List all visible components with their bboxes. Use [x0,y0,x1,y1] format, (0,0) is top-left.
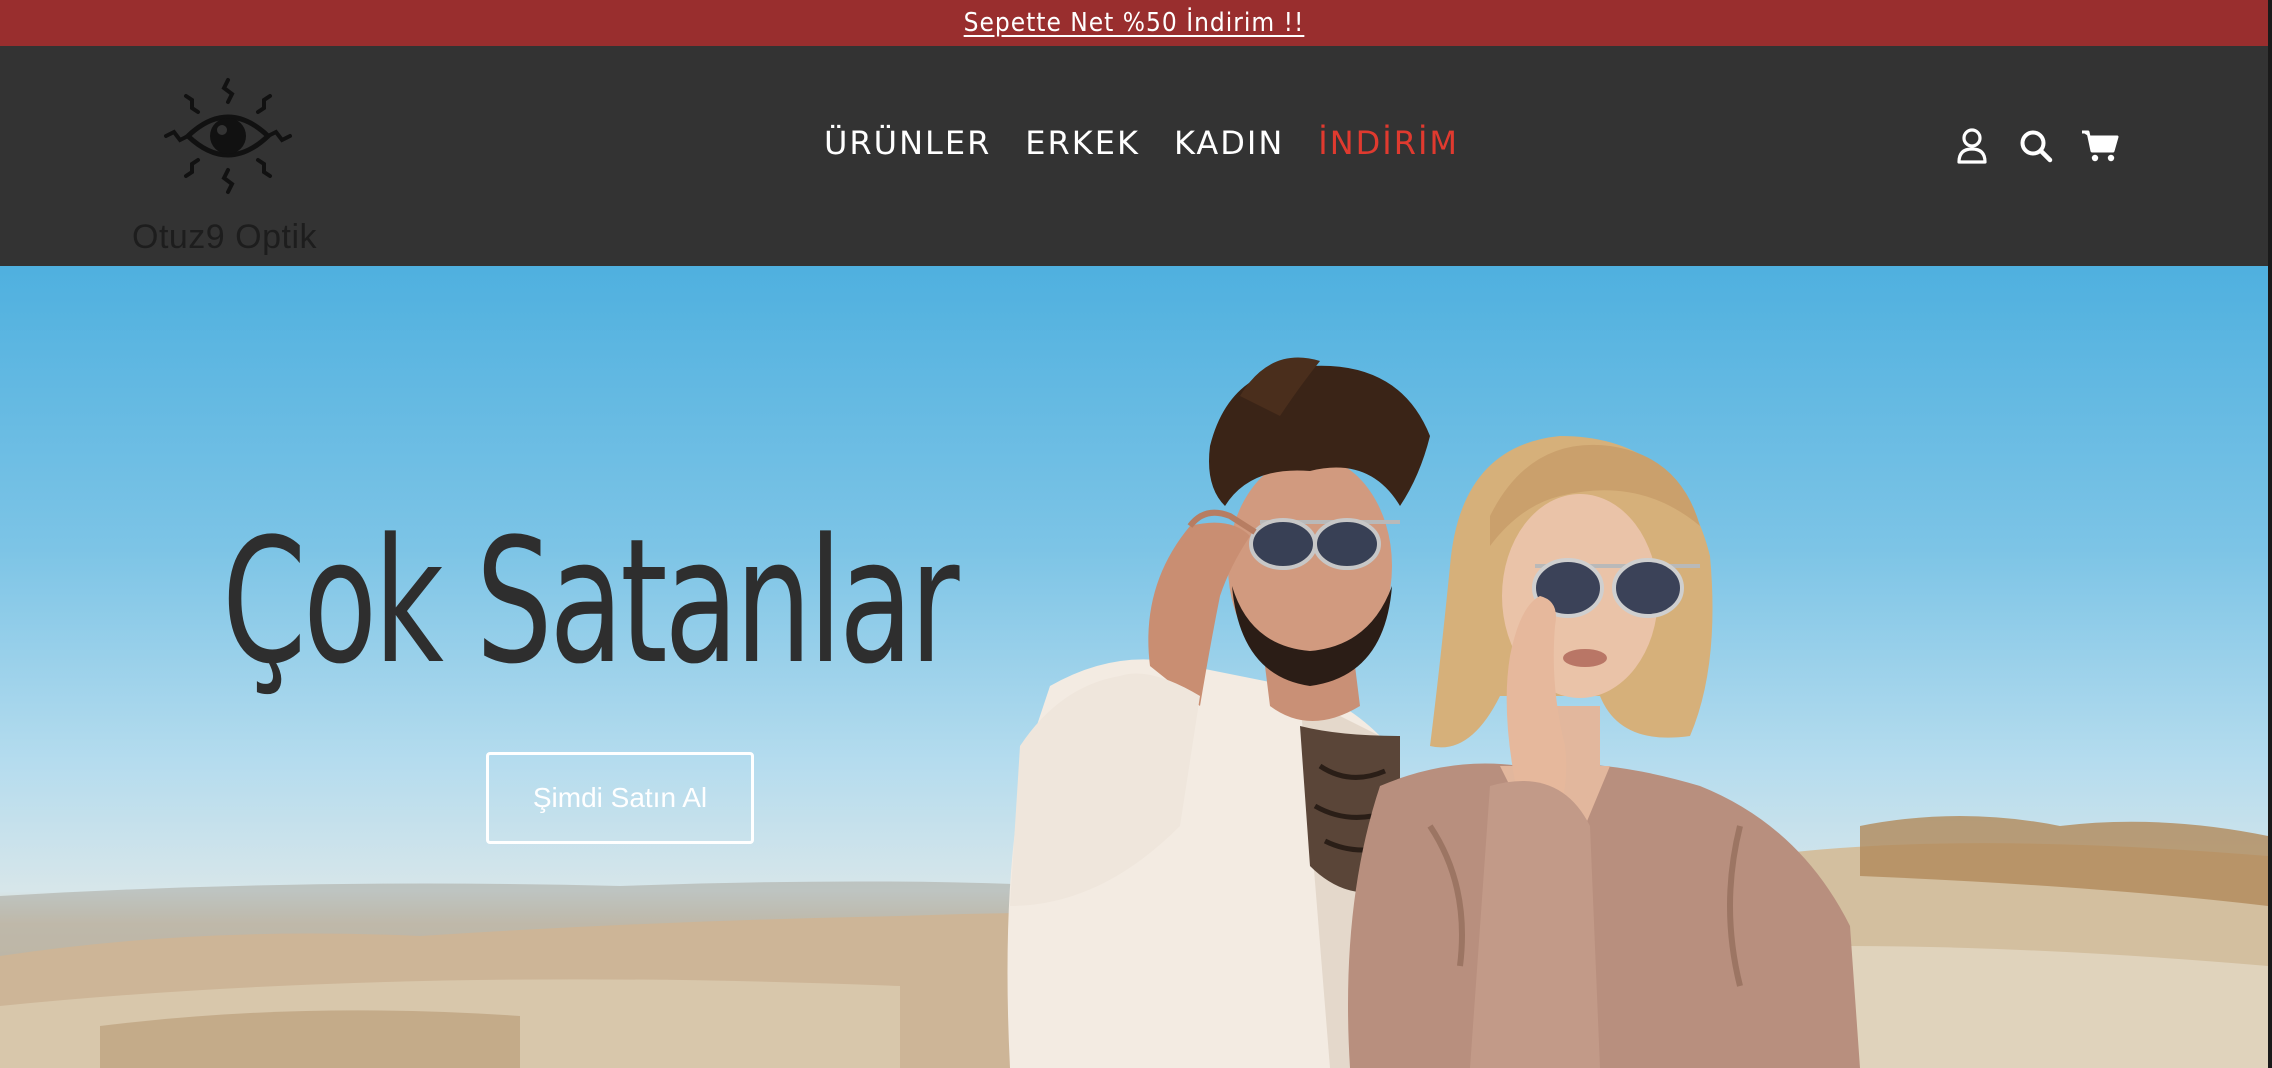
header-icons [1950,124,2122,168]
site-logo[interactable]: Otuz9 Optik [130,76,330,276]
search-button[interactable] [2014,124,2058,168]
main-nav: ÜRÜNLER ERKEK KADIN İNDİRİM [824,124,1459,162]
hero-banner: Çok Satanlar Şimdi Satın Al [0,266,2268,1068]
hero-title: Çok Satanlar [222,501,960,702]
page-frame: Sepette Net %50 İndirim !! Otuz9 Optik Ü… [0,0,2272,1068]
cart-icon [2082,130,2119,162]
cart-button[interactable] [2078,124,2122,168]
nav-item-indirim[interactable]: İNDİRİM [1318,124,1459,162]
shop-now-button[interactable]: Şimdi Satın Al [486,752,754,844]
announcement-bar: Sepette Net %50 İndirim !! [0,0,2268,46]
logo-text: Otuz9 Optik [132,218,318,256]
site-header: Otuz9 Optik ÜRÜNLER ERKEK KADIN İNDİRİM [0,46,2268,266]
account-icon [1957,128,1987,164]
nav-item-erkek[interactable]: ERKEK [1025,124,1140,162]
nav-item-urunler[interactable]: ÜRÜNLER [824,124,991,162]
search-icon [2020,130,2053,163]
eye-sun-icon [164,78,292,194]
announcement-link[interactable]: Sepette Net %50 İndirim !! [964,8,1305,38]
account-button[interactable] [1950,124,1994,168]
nav-item-kadin[interactable]: KADIN [1174,124,1284,162]
